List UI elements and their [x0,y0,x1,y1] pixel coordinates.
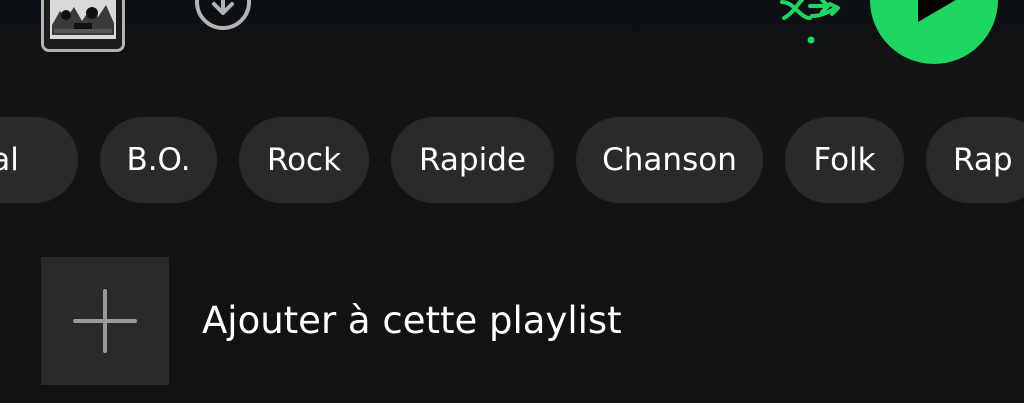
genre-chip[interactable]: B.O. [100,117,217,203]
play-icon [918,0,956,22]
download-circle-icon [195,0,251,30]
smart-shuffle-button[interactable] [778,0,844,44]
genre-chip[interactable]: Chanson [576,117,763,203]
smart-shuffle-icon [780,0,840,44]
genre-chip[interactable]: Rap [926,117,1024,203]
genre-filter-chips: etal B.O. Rock Rapide Chanson Folk Rap [0,117,1024,203]
genre-chip[interactable]: Rapide [391,117,554,203]
plus-icon [73,289,137,353]
add-to-playlist-row[interactable]: Ajouter à cette playlist [41,257,1001,385]
playlist-cover-thumbnail[interactable] [41,0,125,52]
add-to-playlist-label: Ajouter à cette playlist [202,299,622,342]
add-tile [41,257,169,385]
genre-chip[interactable]: Rock [239,117,369,203]
playlist-screen: etal B.O. Rock Rapide Chanson Folk Rap A… [0,0,1024,403]
download-button[interactable] [193,0,253,32]
album-art-image [44,0,122,49]
genre-chip[interactable]: etal [0,117,78,203]
play-button[interactable] [870,0,998,64]
genre-chip[interactable]: Folk [785,117,904,203]
